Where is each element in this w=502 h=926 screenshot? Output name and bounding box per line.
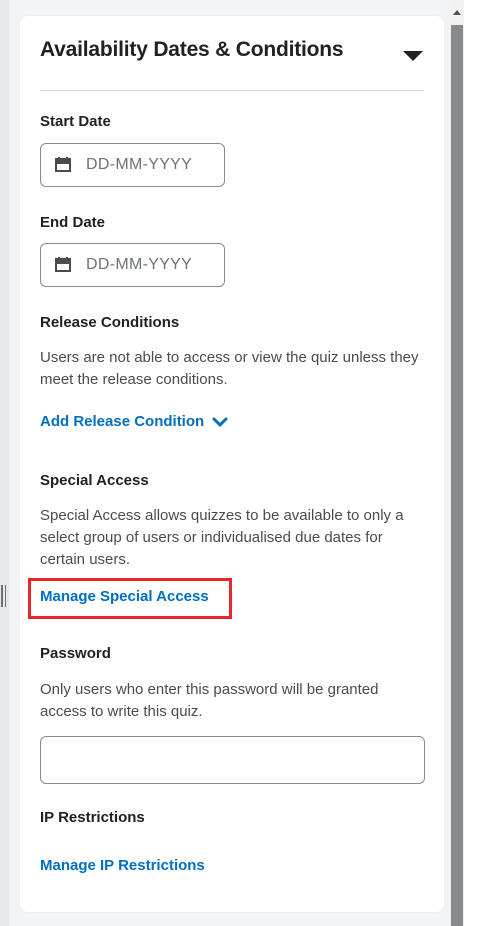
- scroll-up-arrow-icon[interactable]: [453, 10, 461, 15]
- highlight-box: [28, 578, 232, 619]
- special-access-label: Special Access: [40, 472, 149, 489]
- end-date-input[interactable]: DD-MM-YYYY: [40, 243, 225, 287]
- password-label: Password: [40, 645, 111, 662]
- end-date-label: End Date: [40, 214, 106, 231]
- availability-card: Availability Dates & Conditions Start Da…: [20, 16, 444, 912]
- scrollbar[interactable]: [450, 0, 464, 926]
- resize-handle[interactable]: [1, 585, 6, 607]
- password-input[interactable]: [40, 736, 425, 784]
- divider: [40, 90, 424, 91]
- release-conditions-label: Release Conditions: [40, 314, 180, 331]
- manage-ip-restrictions-link[interactable]: Manage IP Restrictions: [40, 857, 205, 874]
- add-release-condition-label: Add Release Condition: [40, 413, 205, 430]
- add-release-condition-link[interactable]: Add Release Condition: [40, 413, 228, 431]
- ip-restrictions-label: IP Restrictions: [40, 809, 145, 826]
- scrollbar-thumb[interactable]: [451, 25, 463, 926]
- special-access-help: Special Access allows quizzes to be avai…: [40, 507, 404, 568]
- section-title: Availability Dates & Conditions: [40, 38, 344, 61]
- start-date-input[interactable]: DD-MM-YYYY: [40, 143, 225, 187]
- password-help: Only users who enter this password will …: [40, 681, 379, 720]
- release-conditions-help: Users are not able to access or view the…: [40, 349, 419, 388]
- end-date-placeholder: DD-MM-YYYY: [86, 256, 193, 273]
- start-date-placeholder: DD-MM-YYYY: [86, 156, 193, 173]
- calendar-icon: [54, 257, 72, 273]
- chevron-down-icon: [212, 414, 228, 431]
- calendar-icon: [54, 157, 72, 173]
- start-date-label: Start Date: [40, 113, 111, 130]
- caret-down-icon[interactable]: [403, 51, 423, 61]
- content-area: [464, 0, 502, 926]
